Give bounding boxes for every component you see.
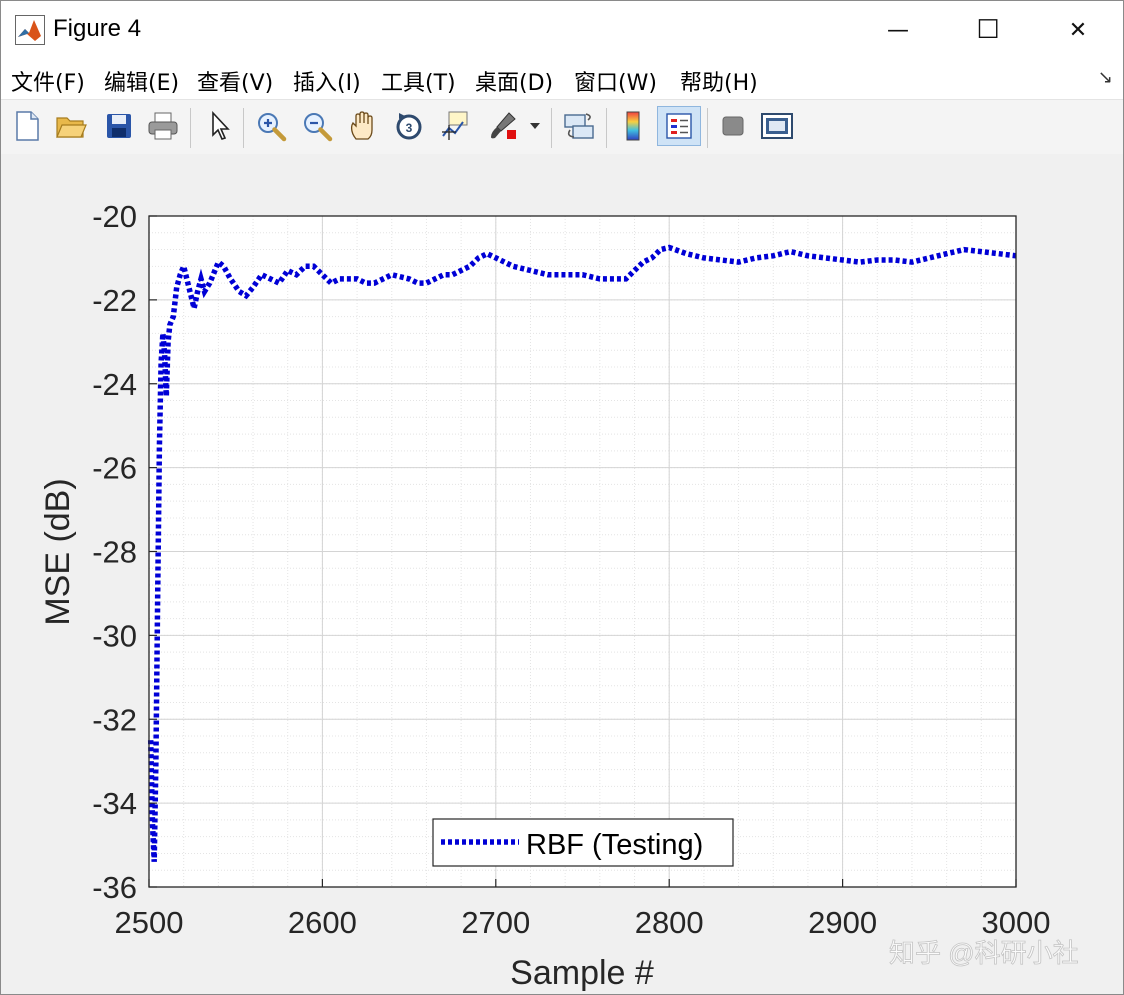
x-tick-label: 2600 [288,905,357,940]
mse-chart[interactable]: -20 -22 -24 -26 -28 -30 -32 -34 -36 2500 2600 2700… [1,154,1123,994]
y-tick-label: -26 [92,451,137,486]
menu-help[interactable]: 帮助(H) [680,65,758,97]
new-figure-icon[interactable] [9,106,45,146]
data-cursor-icon[interactable] [437,106,473,146]
x-tick-label: 2900 [808,905,877,940]
x-tick-labels: 2500 2600 2700 2800 2900 3000 [115,905,1051,940]
dock-icon[interactable] [759,106,795,146]
maximize-icon: ☐ [976,15,1000,45]
menu-tools[interactable]: 工具(T) [381,65,456,97]
window-title: Figure 4 [53,15,142,42]
y-axis-label: MSE (dB) [39,478,77,625]
y-tick-label: -34 [92,786,137,821]
maximize-button[interactable]: ☐ [943,1,1033,59]
menu-bar: 文件(F) 编辑(E) 查看(V) 插入(I) 工具(T) 桌面(D) 窗口(W… [1,59,1123,99]
toolbar-separator [707,108,708,148]
svg-text:3: 3 [406,121,413,135]
y-tick-labels: -20 -22 -24 -26 -28 -30 -32 -34 -36 [92,199,137,905]
minimize-icon: — [887,17,909,43]
menu-file[interactable]: 文件(F) [11,65,85,97]
colorbar-icon[interactable] [615,106,651,146]
x-tick-label: 2500 [115,905,184,940]
y-tick-label: -28 [92,535,137,570]
toolbar-separator [606,108,607,148]
x-axis-label: Sample # [510,954,654,992]
title-bar: Figure 4 — ☐ ✕ [1,1,1123,59]
close-icon: ✕ [1068,17,1088,43]
menu-insert[interactable]: 插入(I) [293,65,361,97]
menu-window[interactable]: 窗口(W) [574,65,657,97]
menu-edit[interactable]: 编辑(E) [104,65,179,97]
figure-toolbar: 3 [1,99,1123,155]
legend[interactable]: RBF (Testing) [432,818,734,867]
hide-tools-icon[interactable] [715,106,751,146]
pan-icon[interactable] [345,106,381,146]
watermark-text: 知乎 @科研小社 [889,938,1079,968]
open-icon[interactable] [53,106,89,146]
y-tick-label: -20 [92,199,137,234]
toolbar-separator [551,108,552,148]
pointer-icon[interactable] [201,106,237,146]
link-plot-icon[interactable] [561,106,597,146]
menu-view[interactable]: 查看(V) [197,65,273,97]
toolbar-separator [243,108,244,148]
figure-window: Figure 4 — ☐ ✕ 文件(F) 编辑(E) 查看(V) 插入(I) 工… [0,0,1124,995]
x-tick-label: 2700 [461,905,530,940]
save-icon[interactable] [101,106,137,146]
y-tick-label: -24 [92,367,137,402]
close-button[interactable]: ✕ [1033,1,1123,59]
figure-canvas[interactable]: -20 -22 -24 -26 -28 -30 -32 -34 -36 2500 2600 2700… [1,154,1123,994]
y-tick-label: -32 [92,702,137,737]
zoom-in-icon[interactable] [253,106,289,146]
y-tick-label: -30 [92,618,137,653]
brush-icon[interactable] [485,106,521,146]
legend-entry-rbf-testing: RBF (Testing) [526,829,703,861]
matlab-logo-icon [15,15,45,45]
y-tick-label: -36 [92,870,137,905]
x-tick-label: 2800 [635,905,704,940]
rotate-3d-icon[interactable]: 3 [391,106,427,146]
menu-desktop[interactable]: 桌面(D) [475,65,553,97]
minimize-button[interactable]: — [853,1,943,59]
legend-icon[interactable] [657,106,701,146]
print-icon[interactable] [145,106,181,146]
toolbar-separator [190,108,191,148]
menubar-overflow-icon[interactable]: ↘ [1098,67,1113,88]
zoom-out-icon[interactable] [299,106,335,146]
brush-dropdown-icon[interactable] [525,106,545,146]
y-tick-label: -22 [92,283,137,318]
x-tick-label: 3000 [982,905,1051,940]
